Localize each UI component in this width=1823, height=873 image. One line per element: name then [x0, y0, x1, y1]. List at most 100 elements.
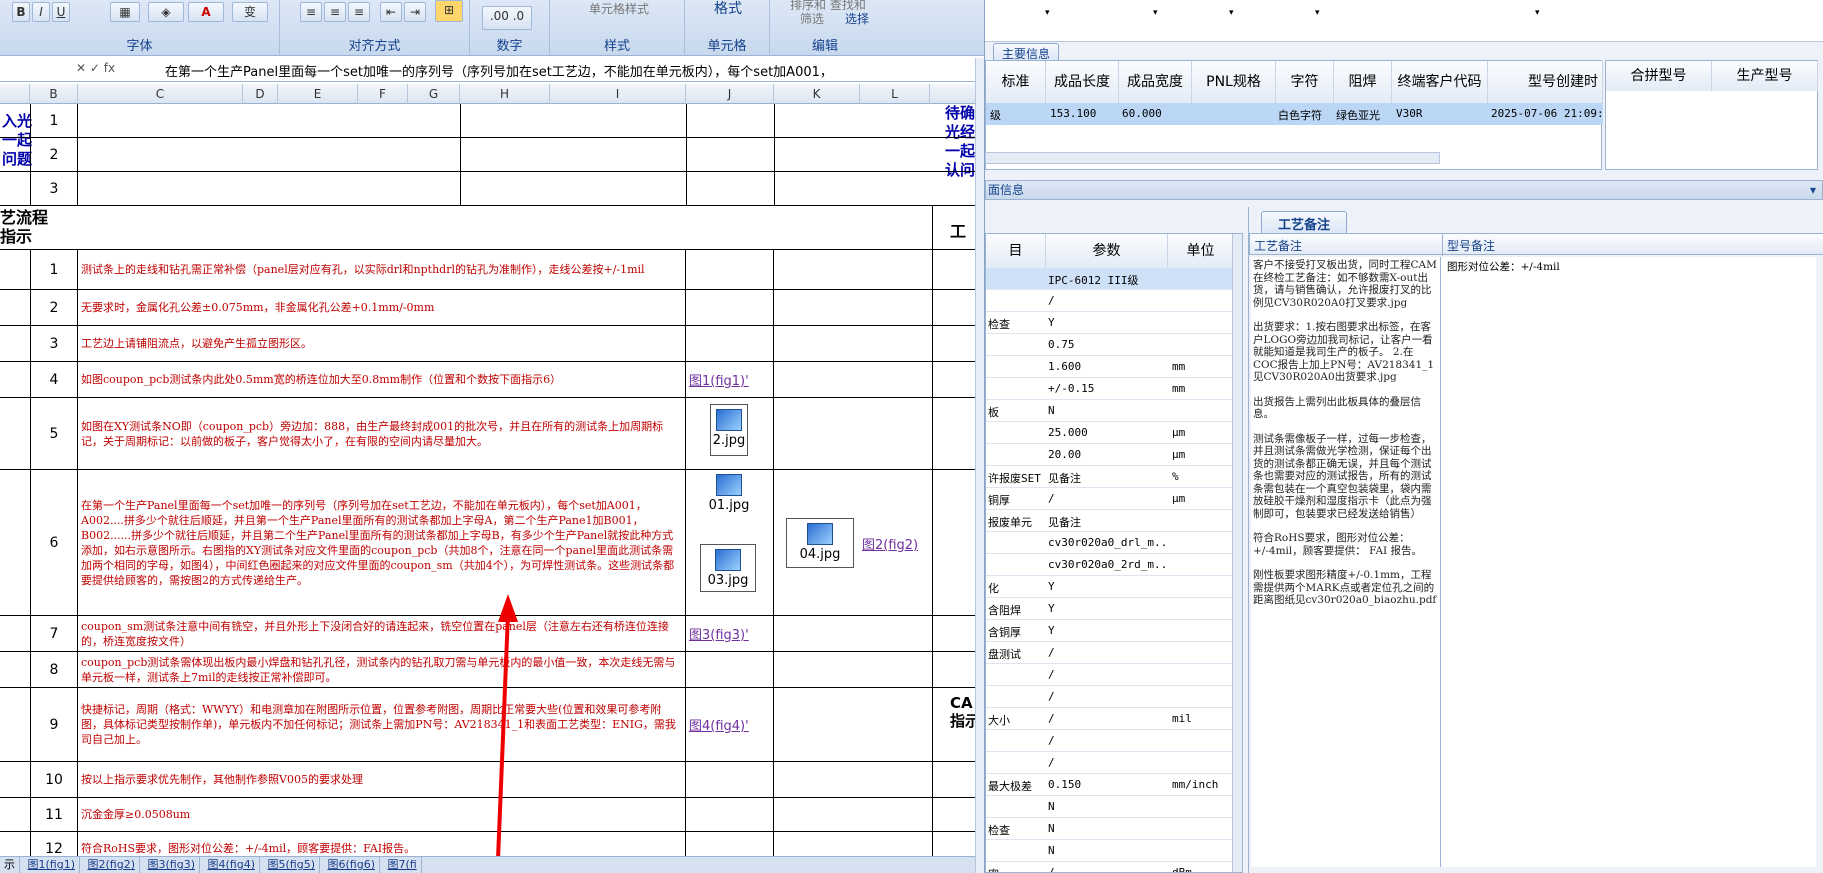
chevron-down-icon[interactable]: ▾	[1315, 8, 1320, 18]
col-l[interactable]: L	[860, 84, 930, 104]
col-j[interactable]: J	[686, 84, 774, 104]
param-row[interactable]: 化Y	[986, 576, 1234, 598]
fig4-link[interactable]: 图4(fig4)'	[686, 688, 774, 761]
col-h[interactable]: H	[460, 84, 550, 104]
param-row[interactable]: 检查 Y	[986, 312, 1234, 334]
param-row[interactable]: 铜厚 / μm	[986, 488, 1234, 510]
col-header[interactable]: PNL规格	[1192, 61, 1276, 103]
sheet-tab[interactable]: 图4(fig4)	[204, 857, 260, 873]
file-03jpg[interactable]: 03.jpg	[700, 544, 756, 592]
instruction-text[interactable]: 在第一个生产Panel里面每一个set加唯一的序列号（序列号加在set工艺边，不…	[78, 470, 686, 615]
select-button[interactable]: 选择	[836, 10, 878, 30]
instruction-text[interactable]: 如图在XY测试条NO即（coupon_pcb）旁边加：888，由生产最终封成00…	[78, 398, 686, 469]
instruction-text[interactable]: coupon_sm测试条注意中间有铣空，并且外形上下没闭合好的请连起来，铣空位置…	[78, 616, 686, 651]
param-row[interactable]: cv30r020a0_drl_m...	[986, 532, 1234, 554]
sheet-tab[interactable]: 图5(fig5)	[264, 857, 320, 873]
chevron-down-icon[interactable]: ▾	[1535, 8, 1540, 18]
indent-increase-button[interactable]: ⇥	[404, 2, 426, 22]
param-row[interactable]: /	[986, 290, 1234, 312]
param-row[interactable]: 最大极差 0.150 mm/inch	[986, 774, 1234, 796]
col-header[interactable]: 目	[986, 234, 1046, 268]
col-header[interactable]: 生产型号	[1712, 61, 1818, 91]
sheet-tab[interactable]: 图1(fig1)	[24, 857, 80, 873]
chevron-down-icon[interactable]: ▾	[1229, 8, 1234, 18]
col-header[interactable]: 成品宽度	[1119, 61, 1192, 103]
phonetic-button[interactable]: 变	[232, 2, 268, 22]
formula-content[interactable]: 在第一个生产Panel里面每一个set加唯一的序列号（序列号加在set工艺边，不…	[165, 61, 833, 80]
tab-process-notes[interactable]: 工艺备注	[1261, 211, 1348, 235]
fig3-link[interactable]: 图3(fig3)'	[686, 616, 774, 651]
param-row[interactable]: 许报废SET 见备注%	[986, 466, 1234, 488]
bold-button[interactable]: B	[12, 2, 30, 22]
col-header[interactable]: 成品长度	[1046, 61, 1119, 103]
param-row[interactable]: 报废单元 见备注	[986, 510, 1234, 532]
instruction-text[interactable]: 快捷标记，周期（格式：WWYY）和电测章加在附图所示位置，位置参考附图，周期比正…	[78, 688, 686, 761]
instruction-text[interactable]: 按以上指示要求优先制作，其他制作参照V005的要求处理	[78, 762, 686, 797]
col-g[interactable]: G	[408, 84, 460, 104]
param-row[interactable]: 0.75	[986, 334, 1234, 356]
param-row[interactable]: 盘测试 /	[986, 642, 1234, 664]
param-row[interactable]: 25.000 μm	[986, 422, 1234, 444]
cancel-icon[interactable]: ✕	[76, 61, 86, 75]
decimal-button[interactable]: .00 .0	[482, 6, 532, 30]
col-header[interactable]: 参数	[1046, 234, 1168, 268]
col-header[interactable]: 终端客户代码	[1392, 61, 1488, 103]
instruction-text[interactable]: 测试条上的走线和钻孔需正常补偿（panel层对应有孔，以实际drl和npthdr…	[78, 250, 686, 289]
col-k[interactable]: K	[774, 84, 860, 104]
fig1-link[interactable]: 图1(fig1)'	[686, 362, 774, 397]
col-c[interactable]: C	[78, 84, 243, 104]
sheet-tab[interactable]: 图3(fig3)	[144, 857, 200, 873]
param-row[interactable]: 板N	[986, 400, 1234, 422]
chevron-down-icon[interactable]: ▾	[1810, 181, 1816, 199]
param-row[interactable]: /	[986, 686, 1234, 708]
fig2-link[interactable]: 图2(fig2)	[862, 534, 918, 553]
align-right-button[interactable]: ≡	[348, 2, 370, 22]
param-row[interactable]: 密 / dBm	[986, 862, 1234, 872]
col-header[interactable]: 标准	[986, 61, 1046, 103]
param-row[interactable]: /	[986, 752, 1234, 774]
chevron-down-icon[interactable]: ▾	[1153, 8, 1158, 18]
col-e[interactable]: E	[278, 84, 358, 104]
horizontal-scrollbar[interactable]	[985, 152, 1440, 164]
format-button[interactable]: 格式	[695, 0, 761, 20]
param-row[interactable]: IPC-6012 III级	[986, 268, 1234, 290]
param-row[interactable]: 检查 N	[986, 818, 1234, 840]
vertical-scrollbar[interactable]	[975, 58, 984, 873]
col-header[interactable]: 单位	[1168, 234, 1234, 268]
instruction-text[interactable]: 符合RoHS要求，图形对位公差：+/-4mil，顾客要提供：FAI报告。	[78, 832, 686, 856]
chevron-down-icon[interactable]: ▾	[1045, 8, 1050, 18]
italic-button[interactable]: I	[32, 2, 50, 22]
param-row[interactable]: +/-0.15 mm	[986, 378, 1234, 400]
param-scrollbar[interactable]	[1232, 234, 1242, 872]
instruction-text[interactable]: 如图coupon_pcb测试条内此处0.5mm宽的桥连位加大至0.8mm制作（位…	[78, 362, 686, 397]
param-row[interactable]: 大小 / mil	[986, 708, 1234, 730]
param-row[interactable]: 20.00 μm	[986, 444, 1234, 466]
filter-button[interactable]: 筛选	[792, 10, 832, 30]
col-d[interactable]: D	[243, 84, 278, 104]
underline-button[interactable]: U	[52, 2, 70, 22]
col-i[interactable]: I	[550, 84, 686, 104]
align-center-button[interactable]: ≡	[324, 2, 346, 22]
process-notes-text[interactable]: 客户不接受打叉板出货，同时工程CAM在终检工艺备注：如不够数需X-out出货，请…	[1251, 257, 1441, 867]
param-row[interactable]: 1.600 mm	[986, 356, 1234, 378]
align-left-button[interactable]: ≡	[300, 2, 322, 22]
col-f[interactable]: F	[358, 84, 408, 104]
instruction-text[interactable]: 工艺边上请铺阻流点，以避免产生孤立图形区。	[78, 326, 686, 361]
param-row[interactable]: N	[986, 840, 1234, 862]
col-header[interactable]: 字符	[1276, 61, 1334, 103]
sheet-tab[interactable]: 图7(fi	[384, 857, 422, 873]
param-row[interactable]: 含铜厚 Y	[986, 620, 1234, 642]
fill-color-button[interactable]: ◈	[148, 2, 184, 22]
param-row[interactable]: cv30r020a0_2rd_m...	[986, 554, 1234, 576]
confirm-icon[interactable]: ✓	[90, 61, 100, 75]
param-row[interactable]: N	[986, 796, 1234, 818]
formula-fx[interactable]: ✕ ✓ fx	[76, 61, 115, 75]
col-header[interactable]: 型号创建时	[1488, 61, 1603, 103]
model-notes-text[interactable]: 图形对位公差：+/-4mil	[1441, 257, 1816, 867]
merge-button[interactable]: ⊞	[435, 0, 463, 22]
instruction-text[interactable]: 沉金金厚≥0.0508um	[78, 798, 686, 831]
col-header[interactable]: 阻焊	[1334, 61, 1392, 103]
cell-style-button[interactable]: 单元格样式	[560, 0, 678, 20]
font-color-button[interactable]: A	[188, 2, 224, 22]
param-row[interactable]: /	[986, 664, 1234, 686]
